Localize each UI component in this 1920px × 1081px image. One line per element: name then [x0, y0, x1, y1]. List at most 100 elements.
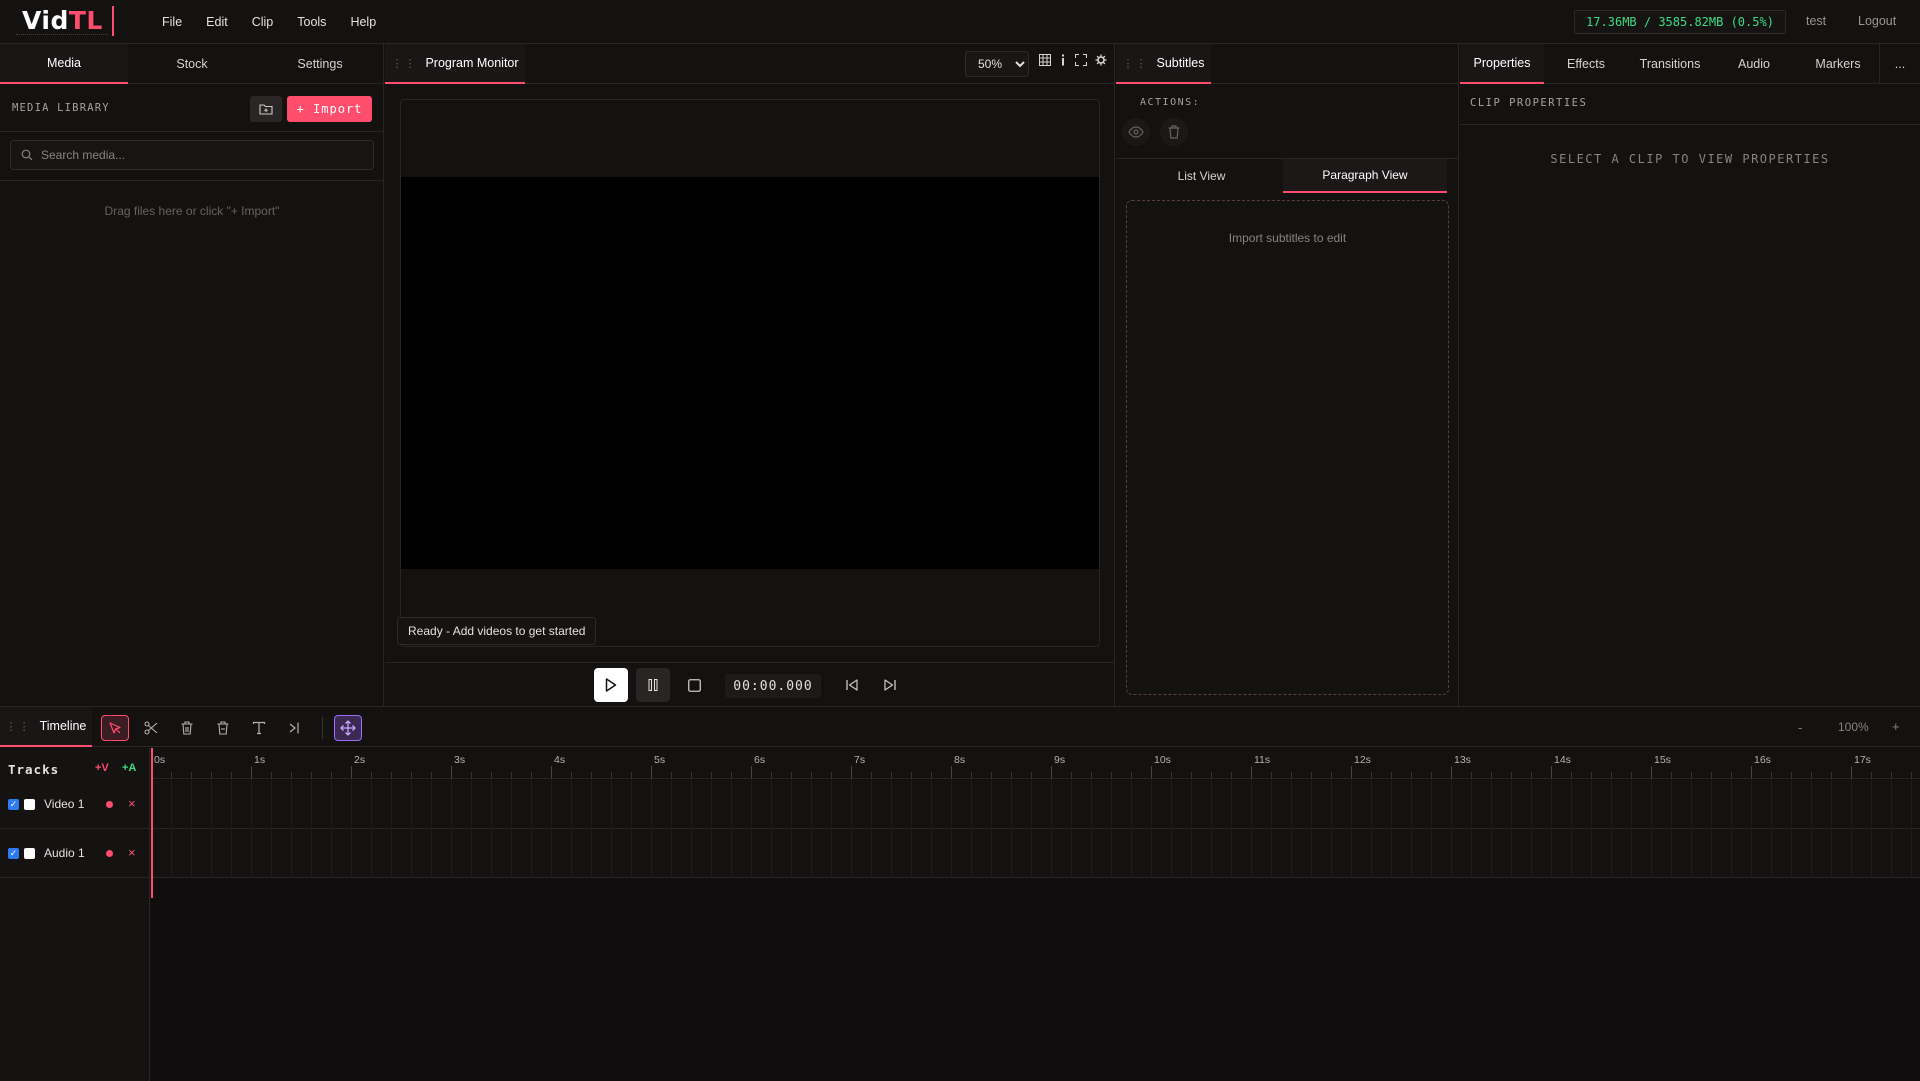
timeline-gridline — [351, 779, 352, 877]
ruler-tick-minor — [1311, 772, 1312, 778]
track-enable-checkbox[interactable]: ✓ — [8, 848, 19, 859]
media-library-label: MEDIA LIBRARY — [12, 102, 110, 114]
split-tool-button[interactable] — [280, 715, 308, 741]
tab-settings[interactable]: Settings — [256, 44, 384, 84]
track-lock-checkbox[interactable] — [24, 799, 35, 810]
tab-markers[interactable]: Markers — [1796, 44, 1880, 84]
tab-media[interactable]: Media — [0, 44, 128, 84]
timeline-gridline — [1191, 779, 1192, 877]
ruler-tick-minor — [1331, 772, 1332, 778]
ruler-tick-minor — [1771, 772, 1772, 778]
menu-help[interactable]: Help — [338, 15, 388, 29]
add-audio-track-button[interactable]: +A — [122, 762, 136, 774]
timeline-zoom-in-button[interactable]: + — [1892, 719, 1900, 734]
tab-stock[interactable]: Stock — [128, 44, 256, 84]
new-folder-button[interactable] — [250, 96, 282, 122]
ruler-tick-minor — [1911, 772, 1912, 778]
remove-track-button[interactable]: × — [128, 845, 136, 860]
ruler-tick-minor — [891, 772, 892, 778]
menu-clip[interactable]: Clip — [240, 15, 286, 29]
play-button[interactable] — [594, 668, 628, 702]
subtitles-drop-zone[interactable]: Import subtitles to edit — [1126, 200, 1449, 695]
timeline-area[interactable]: 0s 1s 2s 3s 4s 5s 6s 7s 8s 9s 10s 11s 12s 13s 14s 15s 16… — [151, 748, 1920, 1081]
timeline-gridline — [1711, 779, 1712, 877]
track-headers: Tracks +V +A ✓ Video 1 × ✓ Audio 1 × — [0, 748, 150, 1081]
tab-subtitles[interactable]: ⋮⋮ Subtitles — [1116, 44, 1211, 84]
grid-icon[interactable] — [1039, 54, 1051, 66]
pause-button[interactable] — [636, 668, 670, 702]
tab-program-monitor[interactable]: ⋮⋮ Program Monitor — [385, 44, 525, 84]
ruler-label: 16s — [1754, 754, 1771, 766]
timeline-gridline — [391, 779, 392, 877]
track-lock-checkbox[interactable] — [24, 848, 35, 859]
tab-transitions[interactable]: Transitions — [1628, 44, 1712, 84]
menu-file[interactable]: File — [150, 15, 194, 29]
ruler-tick — [1651, 766, 1652, 778]
text-tool-button[interactable] — [245, 715, 273, 741]
tab-audio[interactable]: Audio — [1712, 44, 1796, 84]
more-tabs-button[interactable]: ... — [1880, 44, 1920, 84]
ruler-label: 15s — [1654, 754, 1671, 766]
info-icon[interactable] — [1059, 54, 1067, 66]
timeline-gridline — [631, 779, 632, 877]
timeline-gridline — [211, 779, 212, 877]
track-name: Audio 1 — [44, 846, 85, 860]
delete-tool-button[interactable] — [173, 715, 201, 741]
skip-to-end-button[interactable] — [873, 668, 907, 702]
ruler-tick-minor — [1531, 772, 1532, 778]
ruler-tick-minor — [311, 772, 312, 778]
track-enable-checkbox[interactable]: ✓ — [8, 799, 19, 810]
cut-icon — [144, 721, 158, 735]
time-ruler[interactable]: 0s 1s 2s 3s 4s 5s 6s 7s 8s 9s 10s 11s 12s 13s 14s 15s 16… — [151, 748, 1920, 779]
timeline-gridline — [1731, 779, 1732, 877]
playhead[interactable] — [151, 748, 153, 898]
media-panel-tabs: Media Stock Settings — [0, 44, 383, 84]
timeline-toolbar: ⋮⋮ Timeline - 100% + — [0, 707, 1920, 747]
drag-handle-icon[interactable]: ⋮⋮ — [1123, 57, 1149, 70]
record-icon[interactable] — [106, 850, 113, 857]
ruler-tick-minor — [1491, 772, 1492, 778]
drag-handle-icon[interactable]: ⋮⋮ — [6, 720, 32, 733]
toggle-visibility-button[interactable] — [1122, 118, 1150, 146]
track-lane-audio-1[interactable] — [151, 829, 1920, 878]
timeline-gridline — [1491, 779, 1492, 877]
tab-timeline[interactable]: ⋮⋮ Timeline — [0, 707, 92, 747]
ruler-tick-minor — [831, 772, 832, 778]
select-tool-button[interactable] — [101, 715, 129, 741]
timeline-gridline — [331, 779, 332, 877]
ruler-label: 1s — [254, 754, 266, 766]
menu-tools[interactable]: Tools — [285, 15, 338, 29]
timeline-gridline — [651, 779, 652, 877]
add-video-track-button[interactable]: +V — [95, 762, 109, 774]
remove-track-button[interactable]: × — [128, 796, 136, 811]
timeline-gridline — [451, 779, 452, 877]
tab-paragraph-view[interactable]: Paragraph View — [1283, 159, 1447, 193]
ruler-tick-minor — [1511, 772, 1512, 778]
tab-list-view[interactable]: List View — [1120, 159, 1283, 193]
timeline-zoom-out-button[interactable]: - — [1798, 720, 1802, 735]
gear-icon[interactable] — [1095, 54, 1107, 66]
program-monitor-title: Program Monitor — [425, 56, 519, 70]
track-lane-video-1[interactable] — [151, 780, 1920, 829]
import-button[interactable]: + Import — [287, 96, 372, 122]
timeline-gridline — [971, 779, 972, 877]
stop-button[interactable] — [677, 668, 711, 702]
menu-edit[interactable]: Edit — [194, 15, 240, 29]
ruler-tick-minor — [1831, 772, 1832, 778]
skip-to-start-button[interactable] — [835, 668, 869, 702]
move-tool-button[interactable] — [334, 715, 362, 741]
timeline-zoom-level: 100% — [1838, 720, 1869, 734]
video-canvas[interactable] — [401, 177, 1099, 569]
delete-subtitles-button[interactable] — [1160, 118, 1188, 146]
monitor-zoom-select[interactable]: 25% 50% 75% 100% — [965, 51, 1029, 77]
cut-tool-button[interactable] — [137, 715, 165, 741]
drag-handle-icon[interactable]: ⋮⋮ — [391, 57, 417, 70]
logout-link[interactable]: Logout — [1858, 14, 1896, 28]
search-input[interactable] — [41, 148, 361, 162]
tab-effects[interactable]: Effects — [1544, 44, 1628, 84]
tab-properties[interactable]: Properties — [1460, 44, 1544, 84]
record-icon[interactable] — [106, 801, 113, 808]
ripple-delete-tool-button[interactable] — [209, 715, 237, 741]
fullscreen-icon[interactable] — [1075, 54, 1087, 66]
split-icon — [289, 722, 299, 734]
